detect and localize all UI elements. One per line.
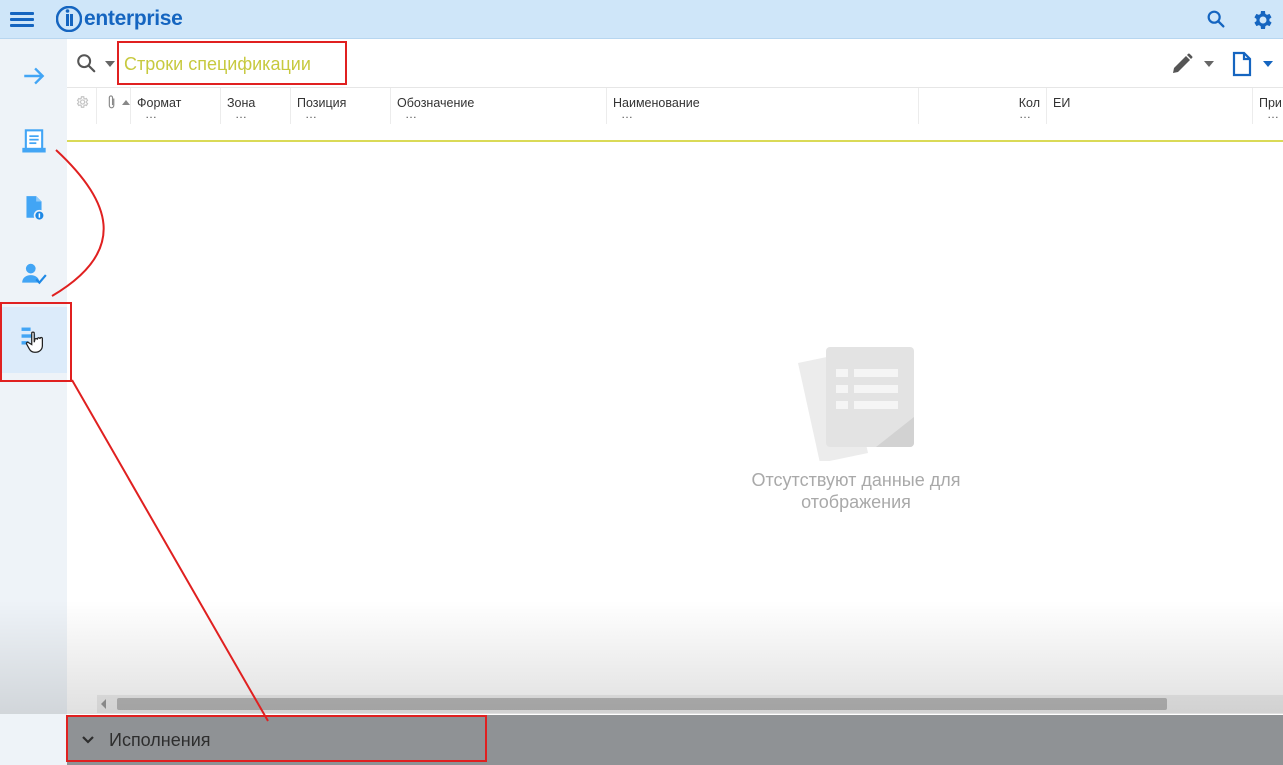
sidebar-item-documents[interactable] [0, 109, 67, 175]
column-zone[interactable]: Зона … [221, 88, 291, 124]
column-quantity[interactable]: Кол … [919, 88, 1047, 124]
user-check-icon [21, 263, 47, 285]
column-header-label: ЕИ [1053, 96, 1071, 110]
column-unit[interactable]: ЕИ [1047, 88, 1253, 124]
document-dropdown-chevron-icon[interactable] [1263, 61, 1273, 67]
section-label: Исполнения [109, 730, 211, 750]
horizontal-scrollbar[interactable] [97, 695, 1283, 713]
file-info-icon [25, 196, 45, 222]
spec-lines-panel: Строки спецификации Формат … Зона … Пози… [67, 39, 1283, 765]
column-designation[interactable]: Обозначение … [391, 88, 607, 124]
chevron-down-icon [82, 736, 94, 744]
arrow-right-icon [23, 67, 44, 85]
hamburger-menu-icon[interactable] [10, 9, 34, 29]
column-filter-dots[interactable]: … [235, 107, 248, 121]
sort-ascending-icon [122, 100, 130, 105]
column-position[interactable]: Позиция … [291, 88, 391, 124]
grid-search-icon[interactable] [75, 52, 97, 74]
sidebar-item-file-info[interactable] [0, 175, 67, 241]
empty-state-line: отображения [801, 492, 911, 512]
sidebar-item-navigate[interactable] [0, 43, 67, 109]
column-filter-dots[interactable]: … [305, 107, 318, 121]
left-sidebar [0, 39, 68, 765]
grid-toolbar: Строки спецификации [67, 39, 1283, 88]
scrollbar-thumb[interactable] [117, 698, 1167, 710]
gear-icon[interactable] [1250, 8, 1274, 32]
column-attachment[interactable] [97, 88, 131, 124]
empty-state-line: Отсутствуют данные для [751, 470, 961, 490]
column-note[interactable]: При … [1253, 88, 1283, 124]
column-filter-dots[interactable]: … [1267, 107, 1280, 121]
empty-state-message: Отсутствуют данные для отображения [723, 469, 989, 513]
search-icon[interactable] [1205, 8, 1227, 30]
paperclip-icon [108, 95, 115, 109]
search-dropdown-chevron-icon[interactable] [105, 61, 115, 67]
column-settings-cell[interactable] [67, 88, 97, 124]
section-executions-header[interactable]: Исполнения [67, 715, 1283, 765]
column-filter-dots[interactable]: … [405, 107, 418, 121]
spec-lines-icon [21, 327, 43, 353]
new-document-icon[interactable] [1230, 51, 1254, 77]
column-format[interactable]: Формат … [131, 88, 221, 124]
column-name[interactable]: Наименование … [607, 88, 919, 124]
column-filter-dots[interactable]: … [621, 107, 634, 121]
column-header-label: Формат [137, 96, 182, 110]
logo-mark-icon [56, 6, 82, 32]
column-filter-dots[interactable]: … [1019, 107, 1032, 121]
sidebar-item-spec-lines[interactable] [0, 307, 67, 373]
document-list-icon [21, 129, 46, 153]
grid-header-row: Формат … Зона … Позиция … Обозначение … … [67, 88, 1283, 124]
header-underline [67, 140, 1283, 142]
scroll-left-arrow-icon[interactable] [101, 699, 106, 709]
pencil-edit-icon[interactable] [1170, 52, 1194, 76]
top-bar: enterprise [0, 0, 1283, 39]
edit-dropdown-chevron-icon[interactable] [1204, 61, 1214, 67]
empty-data-icon [798, 347, 914, 461]
app-logo[interactable]: enterprise [56, 6, 183, 32]
column-filter-dots[interactable]: … [145, 107, 158, 121]
grid-title: Строки спецификации [124, 54, 311, 74]
column-settings-gear-icon [76, 96, 89, 108]
sidebar-item-approval[interactable] [0, 241, 67, 307]
logo-text: enterprise [84, 7, 183, 30]
